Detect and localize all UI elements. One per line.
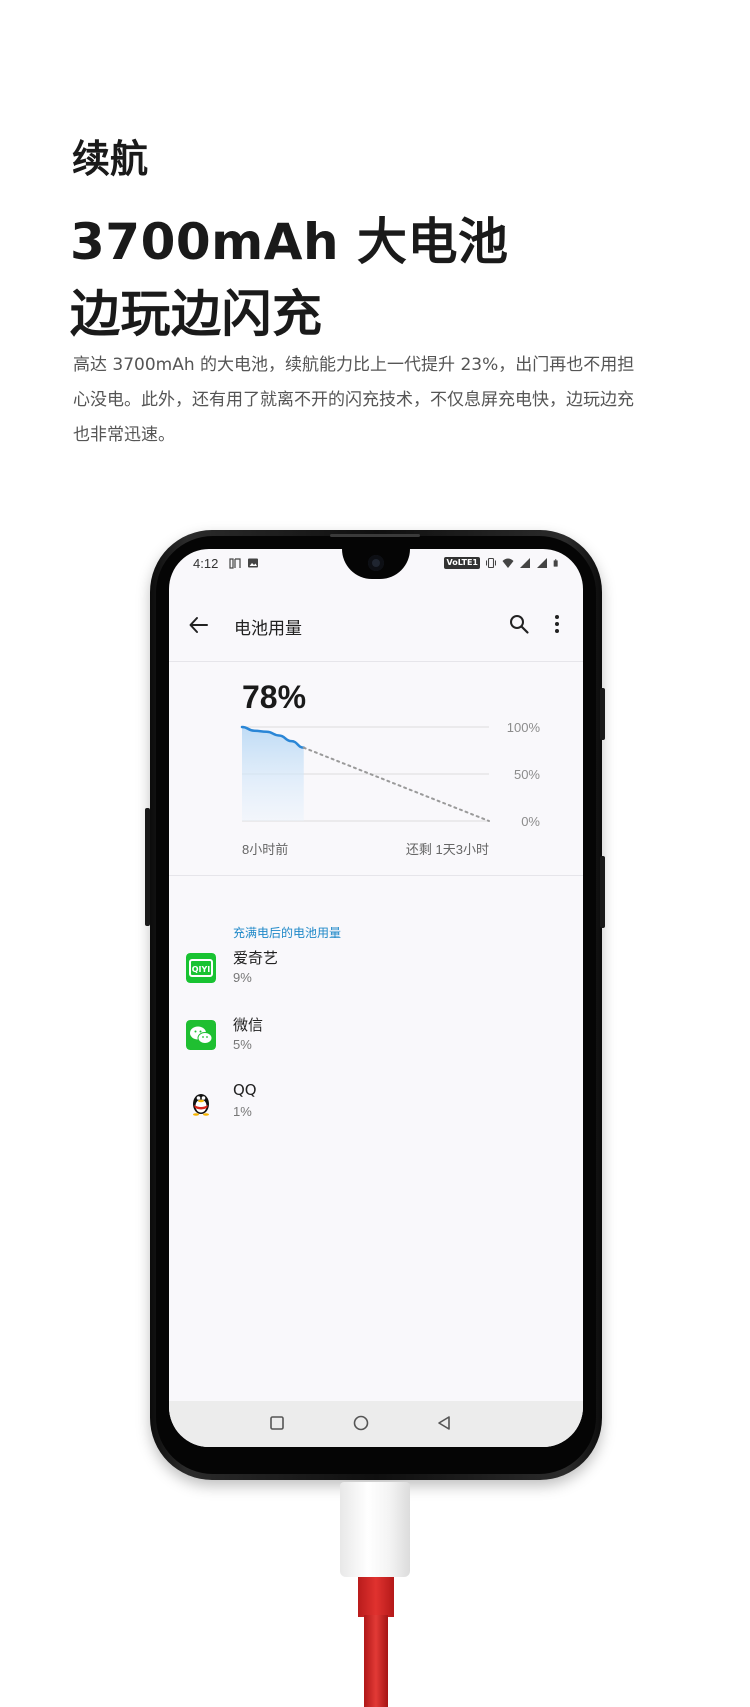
more-vert-icon[interactable]	[547, 612, 567, 636]
headline-line-2: 边玩边闪充	[70, 285, 323, 343]
y-tick-label: 0%	[521, 814, 540, 829]
charging-cable-strain-relief	[358, 1577, 394, 1617]
back-arrow-icon[interactable]	[187, 613, 211, 637]
app-usage: 9%	[233, 970, 252, 985]
battery-projection-line	[302, 746, 490, 822]
alert-slider	[600, 688, 605, 740]
header-divider	[169, 661, 583, 662]
power-button	[600, 856, 605, 928]
description: 高达 3700mAh 的大电池，续航能力比上一代提升 23%，出门再也不用担心没…	[73, 355, 635, 445]
signal-icon	[520, 558, 530, 568]
iqiyi-icon: QIYI	[186, 953, 216, 983]
search-icon[interactable]	[507, 612, 531, 636]
app-usage: 5%	[233, 1037, 252, 1052]
recents-icon[interactable]	[267, 1413, 287, 1433]
x-label-start: 8小时前	[242, 842, 289, 857]
list-item[interactable]: 微信 5%	[169, 1004, 583, 1070]
battery-level: 78%	[242, 679, 307, 715]
list-item[interactable]: QIYI 爱奇艺 9%	[169, 937, 583, 1003]
volume-button	[145, 808, 150, 926]
app-name: QQ	[233, 1081, 257, 1099]
phone-screen: 4:12 VoLTE1 电池用量 78% 100% 50% 0% 8小时前 还剩…	[169, 549, 583, 1447]
app-bar: 电池用量	[169, 597, 583, 653]
status-time: 4:12	[193, 556, 219, 571]
earpiece-speaker	[330, 534, 420, 537]
app-usage: 1%	[233, 1104, 252, 1119]
x-label-end: 还剩 1天3小时	[405, 842, 489, 857]
list-item[interactable]: QQ 1%	[169, 1071, 583, 1137]
battery-chart: 100% 50% 0%	[240, 720, 541, 829]
back-triangle-icon[interactable]	[434, 1413, 454, 1433]
image-icon	[248, 558, 258, 568]
vibrate-icon	[486, 557, 496, 569]
headline-line-1: 3700mAh 大电池	[70, 213, 509, 271]
wechat-icon	[186, 1020, 216, 1050]
home-icon[interactable]	[351, 1413, 371, 1433]
qq-icon	[186, 1087, 216, 1117]
wifi-icon	[502, 558, 514, 568]
y-tick-label: 50%	[514, 767, 540, 782]
signal-icon	[537, 558, 547, 568]
volte-badge: VoLTE1	[444, 557, 480, 569]
page-title: 电池用量	[234, 619, 302, 639]
status-bar: 4:12 VoLTE1	[169, 549, 583, 579]
y-tick-label: 100%	[507, 720, 541, 735]
section-label: 续航	[72, 137, 149, 181]
charging-cable	[364, 1615, 388, 1707]
navigation-bar	[169, 1401, 583, 1447]
chart-divider	[169, 875, 583, 876]
app-name: 微信	[233, 1016, 264, 1034]
charging-cable-connector	[340, 1482, 410, 1577]
app-name: 爱奇艺	[233, 949, 279, 967]
battery-icon	[553, 559, 558, 567]
svg-text:QIYI: QIYI	[192, 965, 211, 974]
notification-icon	[229, 558, 241, 569]
